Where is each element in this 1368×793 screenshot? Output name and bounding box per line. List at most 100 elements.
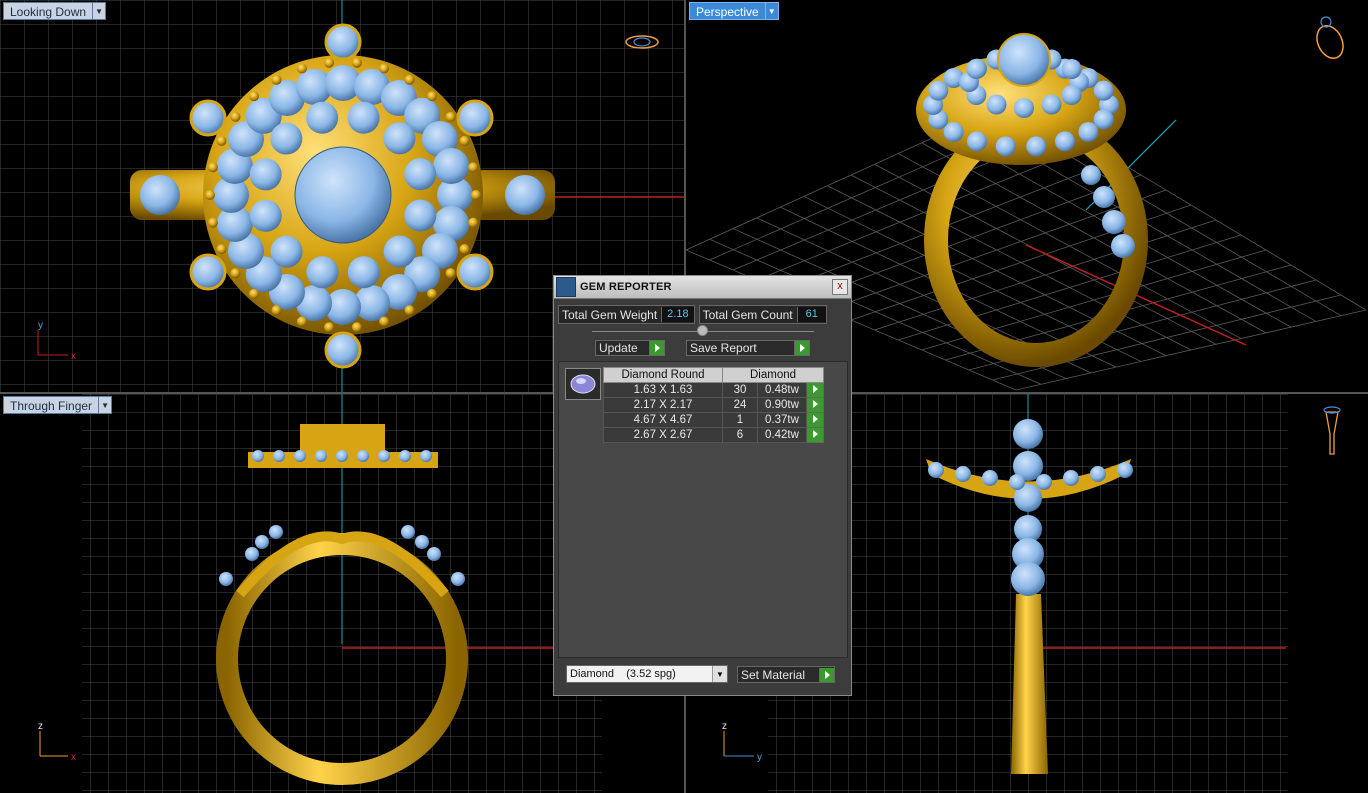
select-row-button[interactable] <box>806 412 824 428</box>
gem-stone <box>1117 462 1133 478</box>
gem-table-header-shape: Diamond Round <box>603 367 723 383</box>
save-report-button[interactable]: Save Report <box>686 340 810 356</box>
gem-size: 4.67 X 4.67 <box>603 412 723 428</box>
material-select[interactable]: Diamond (3.52 spg) ▼ <box>566 665 728 683</box>
prong-bead <box>459 244 470 255</box>
prong-bead <box>216 135 227 146</box>
gem-stone <box>269 525 283 539</box>
gem-stone <box>982 470 998 486</box>
axis-label-x: x <box>71 351 76 362</box>
gem-reporter-titlebar[interactable]: GEM REPORTER x <box>554 276 851 299</box>
prong-bead <box>426 288 437 299</box>
gem-stone <box>383 122 416 155</box>
total-gem-count-label: Total Gem Count <box>702 307 793 322</box>
gem-stone <box>433 148 470 185</box>
select-row-button[interactable] <box>806 397 824 413</box>
gem-reporter-app-icon <box>556 277 576 297</box>
prong-bead <box>404 305 415 316</box>
prong-bead <box>296 63 307 74</box>
table-row[interactable]: 4.67 X 4.67 1 0.37tw <box>603 412 824 428</box>
prong-bead <box>271 305 282 316</box>
play-icon <box>819 667 834 682</box>
gem-stone <box>336 450 348 462</box>
gem-stone <box>249 199 282 232</box>
gem-stone <box>1093 109 1114 130</box>
gem-stone <box>1026 136 1047 157</box>
play-icon <box>812 415 818 423</box>
prong-bead <box>459 135 470 146</box>
prong-bead <box>207 217 218 228</box>
gem-weight: 0.37tw <box>757 412 807 428</box>
gem-reporter-dialog: GEM REPORTER x Total Gem Weight 2.18 Tot… <box>553 275 852 696</box>
table-row[interactable]: 1.63 X 1.63 30 0.48tw <box>603 382 824 398</box>
gem-totals-row: Total Gem Weight 2.18 Total Gem Count 61 <box>558 305 827 324</box>
viewport-label-perspective[interactable]: Perspective ▼ <box>689 2 779 20</box>
gem-stone <box>967 131 987 152</box>
prong-bead <box>296 316 307 327</box>
prong-bead <box>379 316 390 327</box>
chevron-down-icon[interactable]: ▼ <box>764 2 779 20</box>
gem-stone <box>928 80 949 101</box>
play-icon <box>812 430 818 438</box>
gem-stone <box>306 256 339 289</box>
gem-stone <box>404 199 437 232</box>
update-button-label: Update <box>599 341 638 355</box>
prong-bead <box>468 217 479 228</box>
total-gem-weight-label: Total Gem Weight <box>562 307 658 322</box>
gem-size: 1.63 X 1.63 <box>603 382 723 398</box>
play-icon <box>794 341 809 355</box>
update-button[interactable]: Update <box>595 340 665 356</box>
viewport-label-text: Through Finger <box>3 396 99 414</box>
chevron-down-icon[interactable]: ▼ <box>92 2 107 20</box>
prong-bead <box>230 111 241 122</box>
gem-stone <box>415 535 429 549</box>
gem-size: 2.67 X 2.67 <box>603 427 723 443</box>
gem-stone <box>347 256 380 289</box>
gem-count: 30 <box>722 382 758 398</box>
viewport-label-text: Looking Down <box>3 2 93 20</box>
prong-bead <box>379 63 390 74</box>
gem-size: 2.17 X 2.17 <box>603 397 723 413</box>
gem-stone <box>966 59 987 79</box>
save-report-button-label: Save Report <box>690 341 757 355</box>
set-material-button[interactable]: Set Material <box>737 666 835 683</box>
prong-bead <box>426 91 437 102</box>
prong-bead <box>471 190 481 200</box>
play-icon <box>649 341 664 355</box>
gem-list[interactable]: Diamond Round Diamond 1.63 X 1.63 30 0.4… <box>558 361 848 658</box>
select-row-button[interactable] <box>806 382 824 398</box>
table-row[interactable]: 2.17 X 2.17 24 0.90tw <box>603 397 824 413</box>
total-gem-count: Total Gem Count 61 <box>698 305 827 324</box>
play-icon <box>812 385 818 393</box>
collapse-slider-handle[interactable] <box>697 325 708 336</box>
gem-stone <box>245 547 259 561</box>
total-gem-weight: Total Gem Weight 2.18 <box>558 305 695 324</box>
gem-reporter-title: GEM REPORTER <box>580 281 672 293</box>
prong-bead <box>205 190 215 200</box>
gem-stone <box>1041 94 1062 115</box>
gem-count: 1 <box>722 412 758 428</box>
axis-label-y: y <box>38 320 43 331</box>
chevron-down-icon[interactable]: ▼ <box>712 666 727 682</box>
close-icon[interactable]: x <box>832 279 848 295</box>
prong-bead <box>324 57 335 68</box>
viewport-label-through-finger[interactable]: Through Finger ▼ <box>3 396 113 414</box>
gem-stone <box>1011 562 1045 596</box>
prong-bead <box>249 91 260 102</box>
gem-stone <box>404 158 437 191</box>
gem-stone <box>294 450 306 462</box>
prong-bead <box>445 111 456 122</box>
gem-stone <box>219 572 233 586</box>
gem-stone <box>306 101 339 134</box>
gem-count: 6 <box>722 427 758 443</box>
gem-stone <box>1036 474 1052 490</box>
table-row[interactable]: 2.67 X 2.67 6 0.42tw <box>603 427 824 443</box>
chevron-down-icon[interactable]: ▼ <box>98 396 113 414</box>
gem-weight: 0.42tw <box>757 427 807 443</box>
diamond-gem-icon <box>565 368 601 400</box>
viewport-label-looking-down[interactable]: Looking Down ▼ <box>3 2 107 20</box>
material-select-value: Diamond (3.52 spg) <box>570 668 676 680</box>
prong-bead <box>216 244 227 255</box>
gem-stone <box>270 122 303 155</box>
select-row-button[interactable] <box>806 427 824 443</box>
